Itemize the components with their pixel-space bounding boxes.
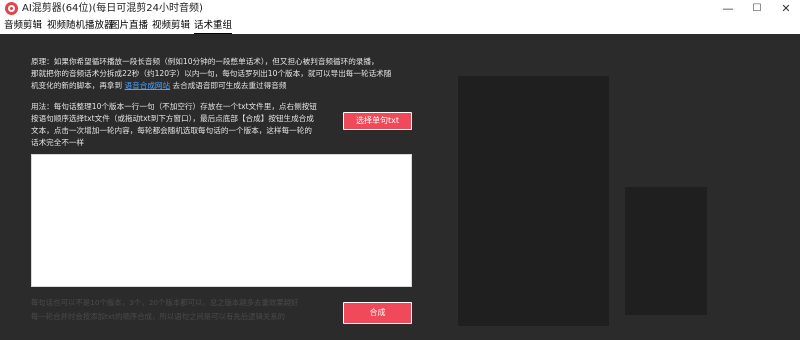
principle-line-1: 原理：如果你希望循环播放一段长音频（例如10分钟的一段憋单话术），但又担心被判音… (31, 57, 379, 66)
usage-line-3: 文本，点击一次增加一轮内容，每轮都会随机选取每句话的一个版本，这样每一轮的 (31, 126, 312, 135)
usage-line-4: 话术完全不一样 (31, 138, 85, 147)
maximize-button[interactable]: ☐ (743, 0, 771, 18)
usage-line-1: 用法：每句话整理10个版本一行一句（不加空行）存放在一个txt文件里，点右侧按钮 (31, 102, 317, 111)
title-bar: AI混剪器(64位)(每日可混剪24小时音频) — ☐ ✕ (0, 0, 800, 18)
preview-panel-large (458, 76, 609, 326)
close-button[interactable]: ✕ (772, 0, 800, 18)
tts-website-link[interactable]: 语音合成网站 (125, 81, 171, 90)
select-txt-button[interactable]: 选择单句txt (343, 112, 412, 130)
app-logo-icon (5, 2, 18, 15)
principle-line-3-prefix: 机变化的新的脚本，再拿到 (31, 81, 123, 90)
tab-script-reassemble[interactable]: 话术重组 (194, 19, 233, 34)
tab-bar: 音频剪辑 视频随机播放器 图片直播 视频剪辑 话术重组 (0, 18, 800, 34)
usage-line-2: 按语句顺序选择txt文件（或拖动txt到下方窗口），最后点底部【合成】按钮生成合… (31, 114, 314, 123)
principle-line-2: 那就把你的音频话术分拆成22秒（约120字）以内一句，每句话罗列出10个版本，就… (31, 69, 392, 78)
tab-audio-edit[interactable]: 音频剪辑 (4, 19, 42, 33)
usage-text: 用法：每句话整理10个版本一行一句（不加空行）存放在一个txt文件里，点右侧按钮… (31, 101, 341, 149)
tab-video-random-player[interactable]: 视频随机播放器 (47, 19, 114, 33)
main-panel: 原理：如果你希望循环播放一段长音频（例如10分钟的一段憋单话术），但又担心被判音… (0, 34, 800, 340)
footnote-line-1: 每句话也可以不是10个版本，3个，20个版本都可以，总之版本越多去重效果越好 (31, 298, 299, 307)
footnote-line-2: 每一轮合并时会按添加txt的顺序合成，所以语句之间是可以有先后逻辑关系的 (31, 312, 286, 321)
tab-video-edit[interactable]: 视频剪辑 (152, 19, 190, 33)
window-title: AI混剪器(64位)(每日可混剪24小时音频) (22, 3, 203, 14)
footnote-text: 每句话也可以不是10个版本，3个，20个版本都可以，总之版本越多去重效果越好 每… (31, 296, 331, 324)
principle-text: 原理：如果你希望循环播放一段长音频（例如10分钟的一段憋单话术），但又担心被判音… (31, 56, 441, 92)
preview-panel-small (625, 187, 707, 315)
script-text-area[interactable] (31, 154, 412, 287)
minimize-button[interactable]: — (714, 0, 742, 18)
tab-image-live[interactable]: 图片直播 (110, 19, 148, 33)
compose-button[interactable]: 合成 (343, 302, 412, 324)
principle-line-3: 机变化的新的脚本，再拿到 语音合成网站 去合成语音即可生成去重过得音频 (31, 80, 441, 92)
principle-line-3-suffix: 去合成语音即可生成去重过得音频 (172, 81, 287, 90)
